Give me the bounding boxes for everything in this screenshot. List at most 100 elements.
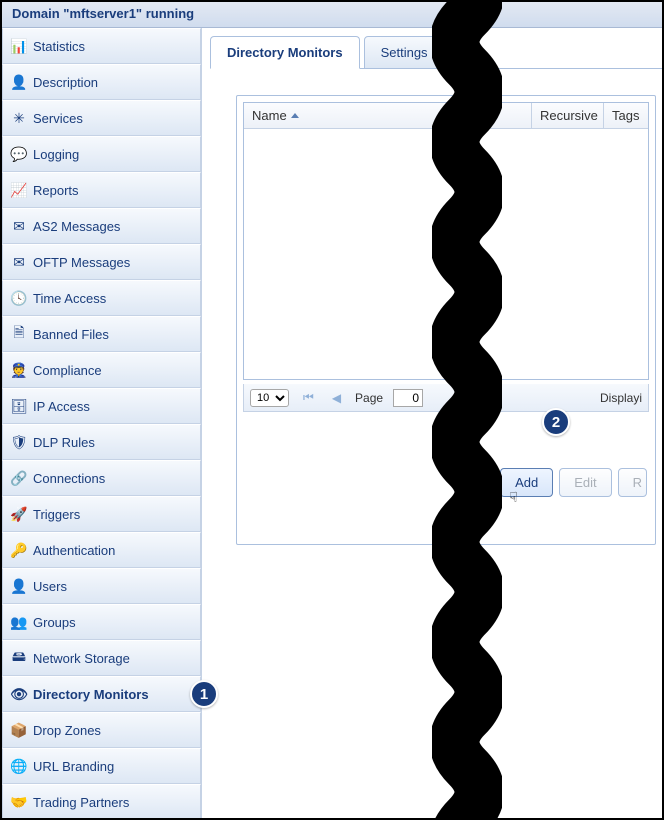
- sidebar-item-label: Directory Monitors: [33, 687, 149, 702]
- sidebar-item-directory-monitors[interactable]: 👁Directory Monitors1: [2, 676, 201, 712]
- tab-settings[interactable]: Settings: [364, 36, 445, 69]
- connections-icon: 🔗: [11, 470, 27, 486]
- sidebar-item-label: OFTP Messages: [33, 255, 130, 270]
- sidebar-item-statistics[interactable]: 📊 Statistics: [2, 28, 201, 64]
- dlp-rules-icon: 🛡: [11, 434, 27, 450]
- cursor-hand-icon: ☟: [509, 489, 518, 506]
- monitors-grid: Name Recursive Tags: [243, 102, 649, 380]
- logging-icon: 💬: [11, 146, 27, 162]
- window-title: Domain "mftserver1" running: [12, 6, 194, 21]
- pager: 10 ⏮ ◀ Page Displayi: [243, 384, 649, 412]
- sidebar-item-label: Connections: [33, 471, 105, 486]
- sidebar-item-label: Banned Files: [33, 327, 109, 342]
- sidebar-item-label: Authentication: [33, 543, 115, 558]
- button-row: 2 Add ☟ Edit R: [237, 418, 655, 497]
- sidebar-item-ip-access[interactable]: 🗄 IP Access: [2, 388, 201, 424]
- btn-label: Edit: [574, 475, 596, 490]
- sidebar-item-triggers[interactable]: 🚀 Triggers: [2, 496, 201, 532]
- sidebar-item-dlp-rules[interactable]: 🛡 DLP Rules: [2, 424, 201, 460]
- col-label: Name: [252, 108, 287, 123]
- sidebar-item-reports[interactable]: 📈 Reports: [2, 172, 201, 208]
- grid-header: Name Recursive Tags: [244, 103, 648, 129]
- reports-icon: 📈: [11, 182, 27, 198]
- btn-label: Add: [515, 475, 538, 490]
- directory-monitors-icon: 👁: [11, 686, 27, 702]
- ip-access-icon: 🗄: [11, 398, 27, 414]
- tab-directory-monitors[interactable]: Directory Monitors: [210, 36, 360, 69]
- add-button[interactable]: Add ☟: [500, 468, 553, 497]
- sidebar-item-label: Trading Partners: [33, 795, 129, 810]
- authentication-icon: 🔑: [11, 542, 27, 558]
- sidebar: 📊 Statistics 👤 Description ✳ Services 💬Logging…: [2, 28, 202, 818]
- banned-files-icon: 🗎: [11, 326, 27, 342]
- drop-zones-icon: 📦: [11, 722, 27, 738]
- window-header: Domain "mftserver1" running: [2, 2, 662, 28]
- col-header-recursive[interactable]: Recursive: [532, 103, 604, 128]
- sidebar-item-time-access[interactable]: 🕓Time Access: [2, 280, 201, 316]
- remove-button-partial: R: [618, 468, 647, 497]
- url-branding-icon: 🌐: [11, 758, 27, 774]
- tabs: Directory Monitors Settings: [210, 36, 662, 69]
- sidebar-item-users[interactable]: 👤 Users: [2, 568, 201, 604]
- sidebar-item-label: DLP Rules: [33, 435, 95, 450]
- sidebar-item-label: Users: [33, 579, 67, 594]
- sidebar-item-label: Services: [33, 111, 83, 126]
- sidebar-item-trading-partners[interactable]: 🤝 Trading Partners: [2, 784, 201, 820]
- sidebar-item-url-branding[interactable]: 🌐 URL Branding: [2, 748, 201, 784]
- sidebar-item-label: Network Storage: [33, 651, 130, 666]
- trading-partners-icon: 🤝: [11, 794, 27, 810]
- sidebar-item-logging[interactable]: 💬Logging: [2, 136, 201, 172]
- sidebar-item-label: AS2 Messages: [33, 219, 120, 234]
- users-icon: 👤: [11, 578, 27, 594]
- page-input[interactable]: [393, 389, 423, 407]
- description-icon: 👤: [11, 74, 27, 90]
- network-storage-icon: 🖴: [11, 650, 27, 666]
- sidebar-item-description[interactable]: 👤 Description: [2, 64, 201, 100]
- compliance-icon: 👮: [11, 362, 27, 378]
- sidebar-item-services[interactable]: ✳ Services: [2, 100, 201, 136]
- col-label: Recursive: [540, 108, 598, 123]
- sidebar-item-label: Triggers: [33, 507, 80, 522]
- sidebar-item-oftp-messages[interactable]: ✉ OFTP Messages: [2, 244, 201, 280]
- first-page-icon[interactable]: ⏮: [299, 390, 318, 405]
- sidebar-item-connections[interactable]: 🔗 Connections: [2, 460, 201, 496]
- sidebar-item-banned-files[interactable]: 🗎 Banned Files: [2, 316, 201, 352]
- sidebar-item-label: Compliance: [33, 363, 102, 378]
- col-header-tags[interactable]: Tags: [604, 103, 648, 128]
- sidebar-item-label: Groups: [33, 615, 76, 630]
- sidebar-item-compliance[interactable]: 👮 Compliance: [2, 352, 201, 388]
- page-label: Page: [355, 391, 383, 405]
- sidebar-item-authentication[interactable]: 🔑 Authentication: [2, 532, 201, 568]
- time-access-icon: 🕓: [11, 290, 27, 306]
- col-label: Tags: [612, 108, 639, 123]
- edit-button: Edit: [559, 468, 611, 497]
- groups-icon: 👥: [11, 614, 27, 630]
- sort-asc-icon: [291, 113, 299, 118]
- sidebar-item-network-storage[interactable]: 🖴 Network Storage: [2, 640, 201, 676]
- statistics-icon: 📊: [11, 38, 27, 54]
- sidebar-item-label: IP Access: [33, 399, 90, 414]
- main-area: Directory Monitors Settings Name Recursi…: [202, 28, 662, 818]
- sidebar-item-groups[interactable]: 👥 Groups: [2, 604, 201, 640]
- sidebar-item-label: Description: [33, 75, 98, 90]
- services-icon: ✳: [11, 110, 27, 126]
- tab-label: Settings: [381, 45, 428, 60]
- callout-2: 2: [542, 408, 570, 436]
- prev-page-icon[interactable]: ◀: [328, 391, 345, 405]
- sidebar-item-label: Statistics: [33, 39, 85, 54]
- oftp-messages-icon: ✉: [11, 254, 27, 270]
- as2-messages-icon: ✉: [11, 218, 27, 234]
- sidebar-item-label: Reports: [33, 183, 79, 198]
- tab-label: Directory Monitors: [227, 45, 343, 60]
- tab-body: Name Recursive Tags: [210, 68, 662, 545]
- sidebar-item-label: URL Branding: [33, 759, 114, 774]
- sidebar-item-drop-zones[interactable]: 📦 Drop Zones: [2, 712, 201, 748]
- col-header-name[interactable]: Name: [244, 103, 532, 128]
- page-size-select[interactable]: 10: [250, 389, 289, 407]
- triggers-icon: 🚀: [11, 506, 27, 522]
- callout-1: 1: [190, 680, 218, 708]
- sidebar-item-as2-messages[interactable]: ✉ AS2 Messages: [2, 208, 201, 244]
- display-text: Displayi: [600, 391, 642, 405]
- btn-label: R: [633, 475, 642, 490]
- sidebar-item-label: Drop Zones: [33, 723, 101, 738]
